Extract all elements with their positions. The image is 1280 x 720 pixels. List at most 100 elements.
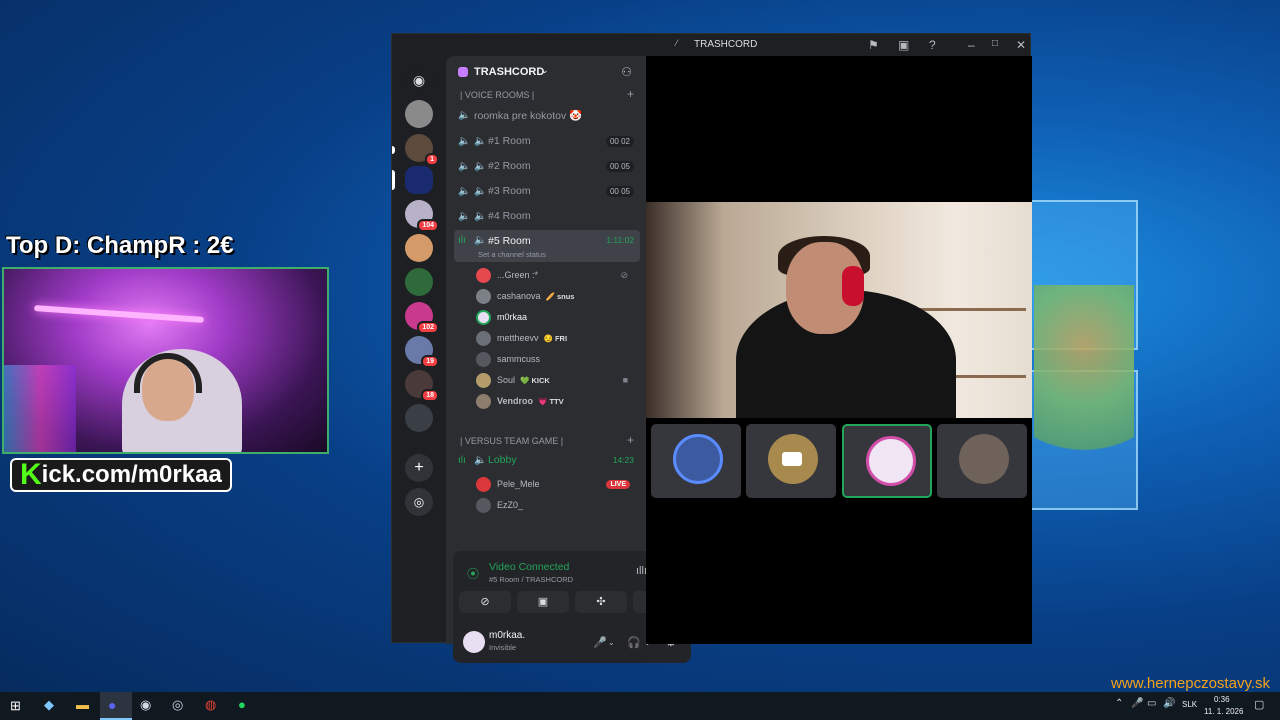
avatar[interactable] bbox=[463, 631, 485, 653]
server-icon[interactable]: 104 bbox=[405, 200, 439, 232]
server-icon[interactable]: 102 bbox=[405, 302, 439, 334]
invite-people-icon[interactable]: ⚇ bbox=[621, 65, 632, 79]
channel-room-3[interactable]: 🔈 🔈 #3 Room 00 05 bbox=[454, 180, 640, 202]
participant-tile[interactable] bbox=[651, 424, 741, 498]
voice-member[interactable]: cashanova 🥖 snus bbox=[476, 286, 636, 306]
voice-location[interactable]: #5 Room / TRASHCORD bbox=[489, 575, 573, 584]
network-icon[interactable]: ▭ bbox=[1147, 698, 1156, 709]
add-server-icon[interactable]: + bbox=[405, 454, 433, 482]
discord-home-icon[interactable]: ◉ bbox=[405, 66, 433, 94]
discord-window: ⁄ TRASHCORD ⚑ ▣ ? – □ ✕ ◉ 1 104 102 19 1… bbox=[391, 33, 1032, 663]
microphone-icon[interactable]: 🎤 bbox=[1131, 698, 1143, 709]
speaker-icon: 🔈 bbox=[458, 160, 471, 172]
voice-status[interactable]: Video Connected bbox=[489, 561, 569, 573]
volume-icon[interactable]: 🔊 bbox=[1163, 698, 1175, 709]
language-indicator[interactable]: SLK bbox=[1182, 700, 1197, 709]
channel-room-5[interactable]: ılı 🔈 #5 Room 1:11:02 Set a channel statu… bbox=[454, 230, 640, 262]
desktop-pet-character bbox=[1034, 285, 1134, 485]
voice-member[interactable]: Vendroo 💗 TTV bbox=[476, 391, 636, 411]
screen-share-button[interactable]: ▣ bbox=[517, 591, 569, 613]
voice-activity-icon: ⁄ bbox=[676, 38, 678, 48]
headphones-icon[interactable]: 🎧 bbox=[627, 636, 641, 649]
avatar bbox=[476, 267, 491, 283]
clock-date[interactable]: 11. 1. 2026 bbox=[1204, 707, 1243, 716]
start-icon[interactable]: ⊞ bbox=[10, 698, 21, 714]
participant-tile[interactable] bbox=[937, 424, 1027, 498]
video-camera-icon bbox=[782, 452, 802, 466]
channel-room-2[interactable]: 🔈 🔈 #2 Room 00 05 bbox=[454, 155, 640, 177]
discover-icon[interactable]: ◎ bbox=[405, 488, 433, 516]
close-icon[interactable]: ✕ bbox=[1016, 38, 1026, 52]
speaker-icon: 🔈 bbox=[458, 185, 471, 197]
avatar bbox=[476, 476, 491, 492]
channel-roomka[interactable]: 🔈 roomka pre kokotov 🤡 bbox=[454, 104, 640, 126]
website-watermark: www.hernepczostavy.sk bbox=[1111, 675, 1270, 692]
obs-icon[interactable]: ◎ bbox=[172, 697, 183, 713]
speaker-icon: 🔈 bbox=[458, 109, 471, 121]
channel-room-1[interactable]: 🔈 🔈 #1 Room 00 02 bbox=[454, 130, 640, 152]
window-title: TRASHCORD bbox=[694, 39, 758, 50]
create-channel-icon[interactable]: + bbox=[627, 433, 634, 447]
call-duration: 14:23 bbox=[612, 455, 634, 465]
channel-room-4[interactable]: 🔈 🔈 #4 Room bbox=[454, 205, 640, 227]
inbox-icon[interactable]: ▣ bbox=[898, 38, 909, 52]
steam-icon[interactable]: ◉ bbox=[140, 697, 151, 713]
avatar bbox=[866, 436, 916, 486]
focused-video-stream[interactable] bbox=[646, 202, 1032, 418]
inbox-flag-icon[interactable]: ⚑ bbox=[868, 38, 879, 52]
participant-tile-self[interactable] bbox=[842, 424, 932, 498]
server-name-button[interactable]: TRASHCORD bbox=[474, 66, 544, 78]
avatar bbox=[476, 351, 491, 367]
server-icon[interactable]: 19 bbox=[405, 336, 439, 368]
top-donor-label: Top D: ChampR : 2€ bbox=[6, 232, 234, 259]
server-icon[interactable] bbox=[405, 268, 433, 296]
discord-taskbar-icon[interactable]: ● bbox=[108, 697, 116, 713]
category-versus[interactable]: | VERSUS TEAM GAME | bbox=[460, 436, 563, 446]
participant-tile[interactable] bbox=[746, 424, 836, 498]
speaker-icon: 🔈 bbox=[458, 135, 471, 147]
category-voice-rooms[interactable]: | VOICE ROOMS | bbox=[460, 90, 534, 100]
camera-toggle-button[interactable]: ⊘ bbox=[459, 591, 511, 613]
voice-member[interactable]: ...Green :* ⊘ bbox=[476, 265, 636, 285]
create-channel-icon[interactable]: + bbox=[627, 87, 634, 101]
server-icon[interactable] bbox=[405, 234, 433, 262]
spotify-icon[interactable]: ● bbox=[238, 697, 246, 712]
avatar bbox=[476, 372, 491, 388]
server-icon[interactable] bbox=[405, 100, 433, 128]
voice-member-self[interactable]: m0rkaa bbox=[476, 307, 636, 327]
chevron-down-icon[interactable]: ⌄ bbox=[541, 65, 549, 76]
user-name[interactable]: m0rkaa. bbox=[489, 630, 525, 641]
server-icon-trashcord[interactable] bbox=[405, 166, 433, 194]
activities-button[interactable]: ✣ bbox=[575, 591, 627, 613]
chevron-up-icon[interactable]: ⌃ bbox=[1115, 698, 1123, 709]
clock-time[interactable]: 0:36 bbox=[1214, 695, 1230, 704]
microphone-icon[interactable]: 🎤 bbox=[593, 636, 607, 649]
voice-activity-icon: ılı bbox=[458, 235, 466, 246]
voice-member[interactable]: Soul 💚 KICK ■ bbox=[476, 370, 636, 390]
app-icon[interactable]: ◆ bbox=[44, 697, 54, 713]
chevron-down-icon[interactable]: ⌄ bbox=[608, 638, 615, 647]
voice-member[interactable]: Pele_Mele LIVE bbox=[476, 474, 636, 494]
voice-member[interactable]: sammcuss bbox=[476, 349, 636, 369]
help-icon[interactable]: ? bbox=[929, 38, 936, 52]
speaker-icon: 🔈 bbox=[474, 160, 487, 172]
voice-member[interactable]: EzZ0_ bbox=[476, 495, 636, 515]
kick-logo: K bbox=[20, 458, 42, 491]
channel-lobby[interactable]: ılı 🔈 Lobby 14:23 bbox=[454, 449, 640, 471]
server-icon[interactable] bbox=[405, 404, 433, 432]
voice-member[interactable]: mettheevv 😏 FRI bbox=[476, 328, 636, 348]
chrome-icon[interactable]: ◍ bbox=[205, 697, 216, 713]
speaker-icon: 🔈 bbox=[474, 210, 487, 222]
speaker-icon: 🔈 bbox=[458, 210, 471, 222]
server-icon[interactable]: 18 bbox=[405, 370, 439, 402]
deafened-icon: ⊘ bbox=[620, 269, 628, 280]
notifications-icon[interactable]: ▢ bbox=[1254, 698, 1264, 711]
minimize-icon[interactable]: – bbox=[968, 38, 975, 52]
channel-status-prompt[interactable]: Set a channel status bbox=[478, 250, 546, 259]
avatar bbox=[476, 497, 491, 513]
kick-url: ick.com/m0rkaa bbox=[41, 461, 222, 488]
file-explorer-icon[interactable]: ▬ bbox=[76, 697, 89, 712]
server-icon[interactable]: 1 bbox=[405, 134, 439, 166]
maximize-icon[interactable]: □ bbox=[992, 38, 998, 49]
connection-signal-icon[interactable]: ⦿ bbox=[467, 565, 479, 582]
